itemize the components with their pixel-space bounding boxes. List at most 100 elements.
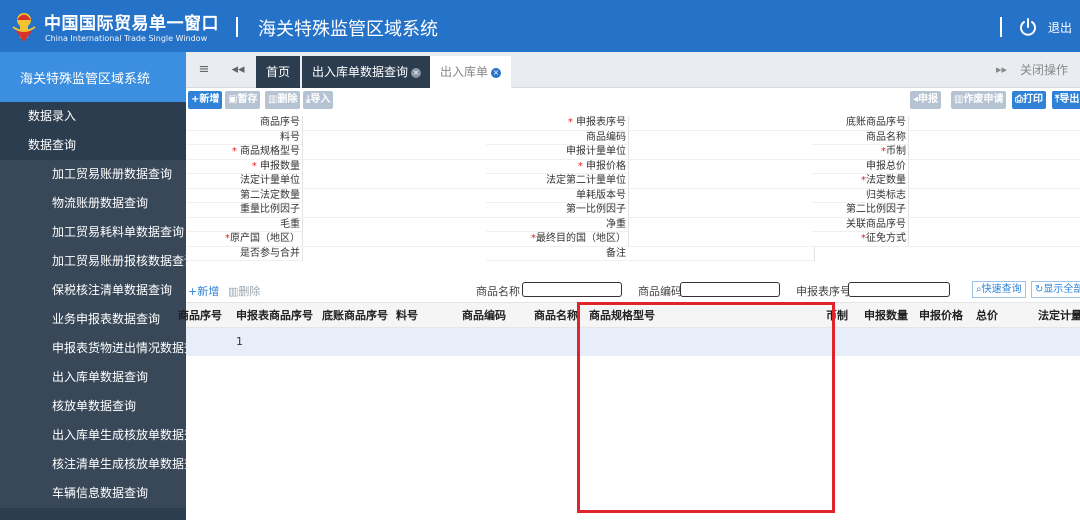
list-add-button[interactable]: +新增 [188, 283, 219, 299]
print-button[interactable]: ⎙打印 [1012, 91, 1046, 109]
tab-form-label: 出入库单 [440, 65, 489, 79]
col-header[interactable]: 法定计量 [1038, 303, 1080, 329]
decl-total-field[interactable] [908, 159, 1080, 174]
import-button[interactable]: ⤓导入 [303, 91, 334, 109]
gross-weight-field[interactable] [302, 217, 486, 232]
add-button[interactable]: +新增 [188, 91, 223, 109]
field-label-text: 单耗版本号 [576, 189, 626, 201]
delete-button[interactable]: ▥删除 [265, 91, 301, 109]
weight-ratio-field[interactable] [302, 203, 486, 217]
print-icon: ⎙ [1015, 94, 1023, 105]
sidebar-item[interactable]: 申报表货物进出情况数据查询 [0, 334, 186, 363]
decl-unit-field[interactable] [628, 145, 812, 159]
decl-price-field[interactable] [628, 159, 812, 174]
decl-seq-field[interactable] [628, 116, 812, 130]
net-weight-field[interactable] [628, 217, 812, 232]
power-icon[interactable] [1018, 17, 1038, 37]
col-header[interactable]: 商品编码 [462, 303, 506, 329]
col-header[interactable]: 申报表商品序号 [236, 303, 313, 329]
close-icon[interactable]: × [411, 67, 422, 78]
first-ratio-field[interactable] [628, 203, 812, 217]
classification-flag-field[interactable] [908, 188, 1080, 203]
sidebar-item[interactable]: 加工贸易账册数据查询 [0, 160, 186, 189]
sidebar-title: 海关特殊监管区域系统 [0, 52, 186, 102]
currency-field[interactable] [908, 145, 1080, 159]
legal-qty-field[interactable] [908, 174, 1080, 188]
tab-strip: ≡ ◂◂ 首页 出入库单数据查询 × 出入库单 × ▸▸ 关闭操作 [186, 52, 1080, 88]
col-header[interactable]: 商品序号 [178, 303, 222, 329]
levy-mode-field[interactable] [908, 232, 1080, 246]
sidebar-item[interactable]: 核放单数据查询 [0, 392, 186, 421]
sidebar-item-data-entry[interactable]: 数据录入 [0, 102, 186, 131]
sidebar-item-data-query[interactable]: 数据查询 [0, 131, 186, 160]
col-header[interactable]: 申报价格 [919, 303, 963, 329]
field-label-text: 第二法定数量 [240, 189, 300, 201]
field-label: 关联商品序号 [812, 218, 906, 232]
col-header[interactable]: 底账商品序号 [322, 303, 388, 329]
col-header[interactable]: 料号 [396, 303, 418, 329]
list-delete-button[interactable]: ▥删除 [228, 283, 260, 299]
consumption-version-field[interactable] [628, 188, 812, 203]
field-label: *最终目的国（地区） [531, 233, 626, 244]
save-button-label: 暂存 [237, 94, 258, 105]
search-goods-code-input[interactable] [680, 282, 780, 297]
related-seq-field[interactable] [908, 217, 1080, 232]
sidebar-item[interactable]: 出入库单数据查询 [0, 363, 186, 392]
close-icon[interactable]: × [491, 67, 502, 78]
quick-query-button[interactable]: ⌕快速查询 [972, 281, 1026, 298]
field-label-text: 商品编码 [586, 131, 626, 143]
tab-query[interactable]: 出入库单数据查询 × [302, 56, 432, 88]
logout-button[interactable]: 退出 [1048, 19, 1072, 36]
field-label-text: 商品序号 [260, 117, 300, 128]
merge-flag-field[interactable] [302, 246, 486, 261]
close-operations-menu[interactable]: 关闭操作 [1020, 52, 1068, 88]
field-label: 备注 [486, 247, 626, 261]
field-label: 第二比例因子 [812, 203, 906, 217]
field-label-text: 备注 [606, 247, 626, 259]
col-header[interactable]: 商品名称 [534, 303, 578, 329]
scroll-left-icon[interactable]: ◂◂ [228, 52, 248, 88]
sidebar-item[interactable]: 物流账册数据查询 [0, 189, 186, 218]
origin-country-field[interactable] [302, 232, 486, 246]
tab-form[interactable]: 出入库单 × [430, 56, 512, 88]
part-no-field[interactable] [302, 130, 486, 145]
field-label-text: 是否参与合并 [240, 247, 300, 259]
spec-model-field[interactable] [302, 145, 486, 159]
search-goods-name-input[interactable] [522, 282, 622, 297]
sidebar-item[interactable]: 加工贸易账册报核数据查询 [0, 247, 186, 276]
scroll-right-icon[interactable]: ▸▸ [996, 52, 1007, 88]
item-seq-field[interactable] [302, 116, 486, 130]
search-decl-seq-input[interactable] [848, 282, 950, 297]
void-apply-button[interactable]: ▥作废申请 [951, 91, 1007, 109]
col-header[interactable]: 总价 [976, 303, 998, 329]
field-label-text: 法定数量 [866, 175, 906, 186]
goods-name-field[interactable] [908, 130, 1080, 145]
field-label-text: 料号 [280, 131, 300, 143]
sidebar-item[interactable]: 加工贸易耗料单数据查询 [0, 218, 186, 247]
remarks-field[interactable] [814, 246, 1080, 261]
tab-home[interactable]: 首页 [256, 56, 300, 88]
sidebar-item[interactable]: 保税核注清单数据查询 [0, 276, 186, 305]
destination-country-field[interactable] [628, 232, 812, 246]
second-ratio-field[interactable] [908, 203, 1080, 217]
sidebar-item[interactable]: 车辆信息数据查询 [0, 479, 186, 508]
field-label-text: 法定计量单位 [240, 175, 300, 186]
declare-button[interactable]: ◂申报 [910, 91, 942, 109]
export-button[interactable]: ⤒导出 [1052, 91, 1080, 109]
legal-unit-field[interactable] [302, 174, 486, 188]
col-header[interactable]: 申报数量 [864, 303, 908, 329]
divider [1000, 17, 1002, 37]
hs-code-field[interactable] [628, 130, 812, 145]
ledger-seq-field[interactable] [908, 116, 1080, 130]
menu-toggle-icon[interactable]: ≡ [194, 52, 214, 88]
field-label-text: 币制 [886, 146, 906, 157]
sidebar-item[interactable]: 业务申报表数据查询 [0, 305, 186, 334]
save-draft-button[interactable]: ▣暂存 [225, 91, 261, 109]
show-all-button[interactable]: ↻显示全部 [1031, 281, 1080, 298]
second-legal-qty-field[interactable] [302, 188, 486, 203]
decl-qty-field[interactable] [302, 159, 486, 174]
sidebar-item[interactable]: 核注清单生成核放单数据查询 [0, 450, 186, 479]
second-legal-unit-field[interactable] [628, 174, 812, 188]
brand-title: 中国国际贸易单一窗口 [44, 14, 219, 34]
sidebar-item[interactable]: 出入库单生成核放单数据查询 [0, 421, 186, 450]
